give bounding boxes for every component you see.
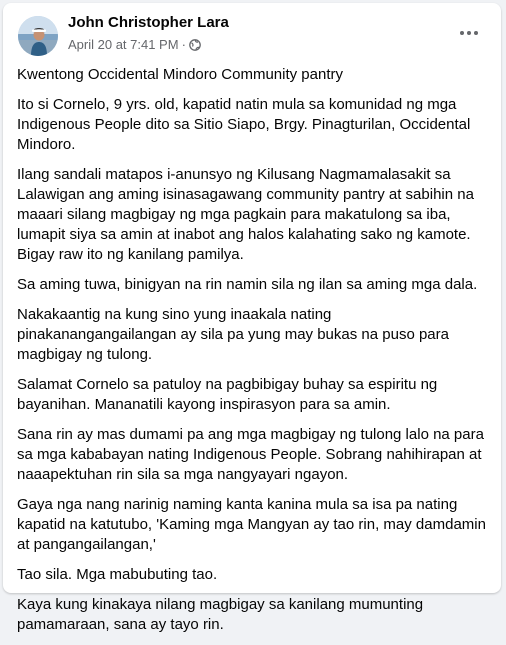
post-timestamp[interactable]: April 20 at 7:41 PM [68, 37, 179, 52]
post-paragraph: Kwentong Occidental Mindoro Community pa… [17, 66, 343, 83]
post-meta: April 20 at 7:41 PM · [68, 37, 201, 52]
post-paragraph: Nakakaantig na kung sino yung inaakala n… [17, 306, 449, 363]
post-paragraph: Ilang sandali matapos i-anunsyo ng Kilus… [17, 166, 474, 263]
post-header: John Christopher Lara April 20 at 7:41 P… [17, 13, 487, 61]
post-paragraph: Sa aming tuwa, binigyan na rin namin sil… [17, 276, 478, 293]
author-name[interactable]: John Christopher Lara [68, 14, 229, 31]
avatar-photo [18, 16, 58, 56]
globe-icon[interactable] [189, 38, 201, 51]
post-paragraph: Kaya kung kinakaya nilang magbigay sa ka… [17, 596, 424, 633]
post-card: John Christopher Lara April 20 at 7:41 P… [3, 3, 501, 633]
post-paragraph: Salamat Cornelo sa patuloy na pagbibigay… [17, 376, 438, 413]
post-paragraph: Tao sila. Mga mabubuting tao. [17, 566, 218, 583]
more-options-button[interactable] [455, 23, 483, 43]
post-paragraph: Sana rin ay mas dumami pa ang mga magbig… [17, 426, 484, 483]
meta-separator: · [181, 37, 186, 52]
post-paragraph: Ito si Cornelo, 9 yrs. old, kapatid nati… [17, 96, 471, 153]
author-avatar[interactable] [18, 16, 58, 56]
post-paragraph: Gaya nga nang narinig naming kanta kanin… [17, 496, 486, 553]
post-body: Kwentong Occidental Mindoro Community pa… [17, 65, 487, 645]
more-horizontal-icon [460, 31, 464, 35]
